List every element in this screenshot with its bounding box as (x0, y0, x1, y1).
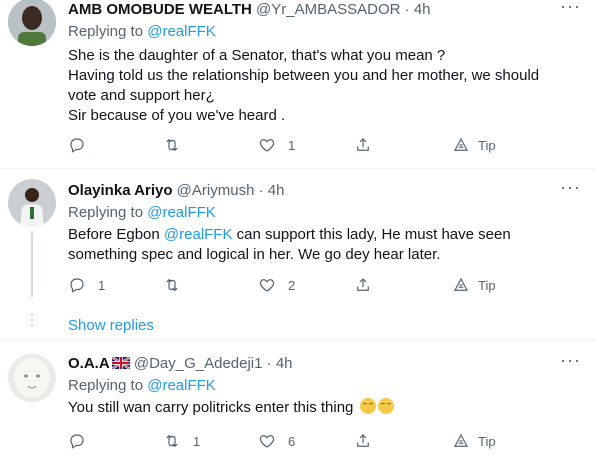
avatar-photo (8, 354, 56, 402)
separator: · (258, 182, 264, 199)
retweet-icon (166, 278, 178, 292)
share-icon (357, 434, 369, 447)
relieved-face-icon (359, 398, 376, 414)
avatar[interactable] (8, 179, 56, 227)
reply-button[interactable] (68, 430, 98, 452)
share-button[interactable] (354, 134, 372, 156)
retweet-icon (166, 434, 178, 448)
like-icon (259, 279, 275, 292)
display-name[interactable]: AMB OMOBUDE WEALTH (68, 1, 252, 18)
tip-label: Tip (478, 137, 496, 153)
like-icon (259, 139, 275, 152)
tip-icon (454, 433, 468, 447)
reply-icon (70, 138, 84, 153)
replying-to-label: Replying to (68, 204, 144, 221)
like-button[interactable]: 2 (258, 274, 295, 296)
reply-button[interactable] (68, 134, 98, 156)
avatar[interactable] (8, 0, 56, 46)
avatar-photo (8, 0, 56, 46)
like-count: 2 (288, 277, 296, 293)
display-name[interactable]: O.A.A (68, 355, 110, 372)
retweet-count: 1 (193, 433, 201, 449)
tweet-line: She is the daughter of a Senator, that's… (68, 47, 446, 64)
avatar-photo (8, 179, 56, 227)
tweet-header: AMB OMOBUDE WEALTH @Yr_AMBASSADOR · 4h (68, 0, 556, 20)
tweet-line: Having told us the relationship between … (68, 67, 540, 104)
tip-button[interactable]: Tip (452, 274, 496, 296)
body-mention[interactable]: @realFFK (164, 226, 233, 243)
tip-icon (454, 137, 468, 151)
tweet-header: O.A.A @Day_G_Adedeji1 · 4h (68, 354, 556, 374)
reply-icon (70, 278, 84, 293)
timestamp[interactable]: 4h (268, 182, 285, 199)
tip-button[interactable]: Tip (452, 430, 496, 452)
tweet-3[interactable]: O.A.A @Day_G_Adedeji1 · 4h Replying to @… (0, 340, 596, 458)
replying-to: Replying to @realFFK (68, 22, 556, 42)
show-replies-link[interactable]: Show replies (68, 316, 154, 336)
separator: · (404, 1, 410, 18)
user-handle[interactable]: @Day_G_Adedeji1 (134, 355, 263, 372)
tweet-line: Sir because of you we've heard . (68, 107, 286, 124)
replying-to: Replying to @realFFK (68, 376, 556, 396)
timestamp[interactable]: 4h (276, 355, 293, 372)
like-count: 1 (288, 137, 296, 153)
like-count: 6 (288, 433, 296, 449)
reply-count: 1 (98, 277, 106, 293)
tweet-text: Before Egbon @realFFK can support this l… (68, 225, 556, 265)
replying-to-mention[interactable]: @realFFK (147, 377, 216, 394)
tip-label: Tip (478, 277, 496, 293)
retweet-icon (166, 138, 178, 152)
replying-to: Replying to @realFFK (68, 203, 556, 223)
share-icon (357, 138, 369, 151)
user-handle[interactable]: @Yr_AMBASSADOR (256, 1, 400, 18)
relieved-face-icon (377, 398, 394, 414)
more-icon[interactable]: ··· (560, 351, 580, 374)
uk-flag-icon (111, 357, 130, 369)
reply-icon (70, 434, 84, 449)
thread-dots (30, 313, 34, 331)
tip-button[interactable]: Tip (452, 134, 496, 156)
action-bar: 1 Tip (68, 134, 538, 156)
tweet-2[interactable]: Olayinka Ariyo @Ariymush · 4h Replying t… (0, 169, 596, 339)
more-icon[interactable]: ··· (560, 0, 580, 20)
replying-to-mention[interactable]: @realFFK (147, 204, 216, 221)
replying-to-label: Replying to (68, 377, 144, 394)
share-button[interactable] (354, 274, 372, 296)
share-button[interactable] (354, 430, 372, 452)
retweet-button[interactable] (163, 134, 193, 156)
timestamp[interactable]: 4h (414, 1, 431, 18)
like-button[interactable]: 6 (258, 430, 295, 452)
user-handle[interactable]: @Ariymush (177, 182, 255, 199)
tweet-header: Olayinka Ariyo @Ariymush · 4h (68, 181, 556, 201)
display-name[interactable]: Olayinka Ariyo (68, 182, 173, 199)
tweet-1[interactable]: AMB OMOBUDE WEALTH @Yr_AMBASSADOR · 4h R… (0, 0, 596, 168)
more-icon[interactable]: ··· (560, 178, 580, 201)
tweet-text-part: You still wan carry politricks enter thi… (68, 399, 354, 416)
tweet-text: She is the daughter of a Senator, that's… (68, 46, 556, 126)
like-button[interactable]: 1 (258, 134, 295, 156)
retweet-button[interactable]: 1 (163, 430, 200, 452)
thread-line (31, 231, 33, 297)
tip-icon (454, 277, 468, 291)
share-icon (357, 278, 369, 291)
tip-label: Tip (478, 433, 496, 449)
replying-to-mention[interactable]: @realFFK (147, 23, 216, 40)
retweet-button[interactable] (163, 274, 193, 296)
avatar[interactable] (8, 354, 56, 402)
tweet-text-part: Before Egbon (68, 226, 164, 243)
action-bar: 1 6 Tip (68, 430, 538, 452)
separator: · (266, 355, 272, 372)
like-icon (259, 435, 275, 448)
reply-button[interactable]: 1 (68, 274, 105, 296)
replying-to-label: Replying to (68, 23, 144, 40)
tweet-text: You still wan carry politricks enter thi… (68, 398, 556, 418)
action-bar: 1 2 Tip (68, 274, 538, 296)
